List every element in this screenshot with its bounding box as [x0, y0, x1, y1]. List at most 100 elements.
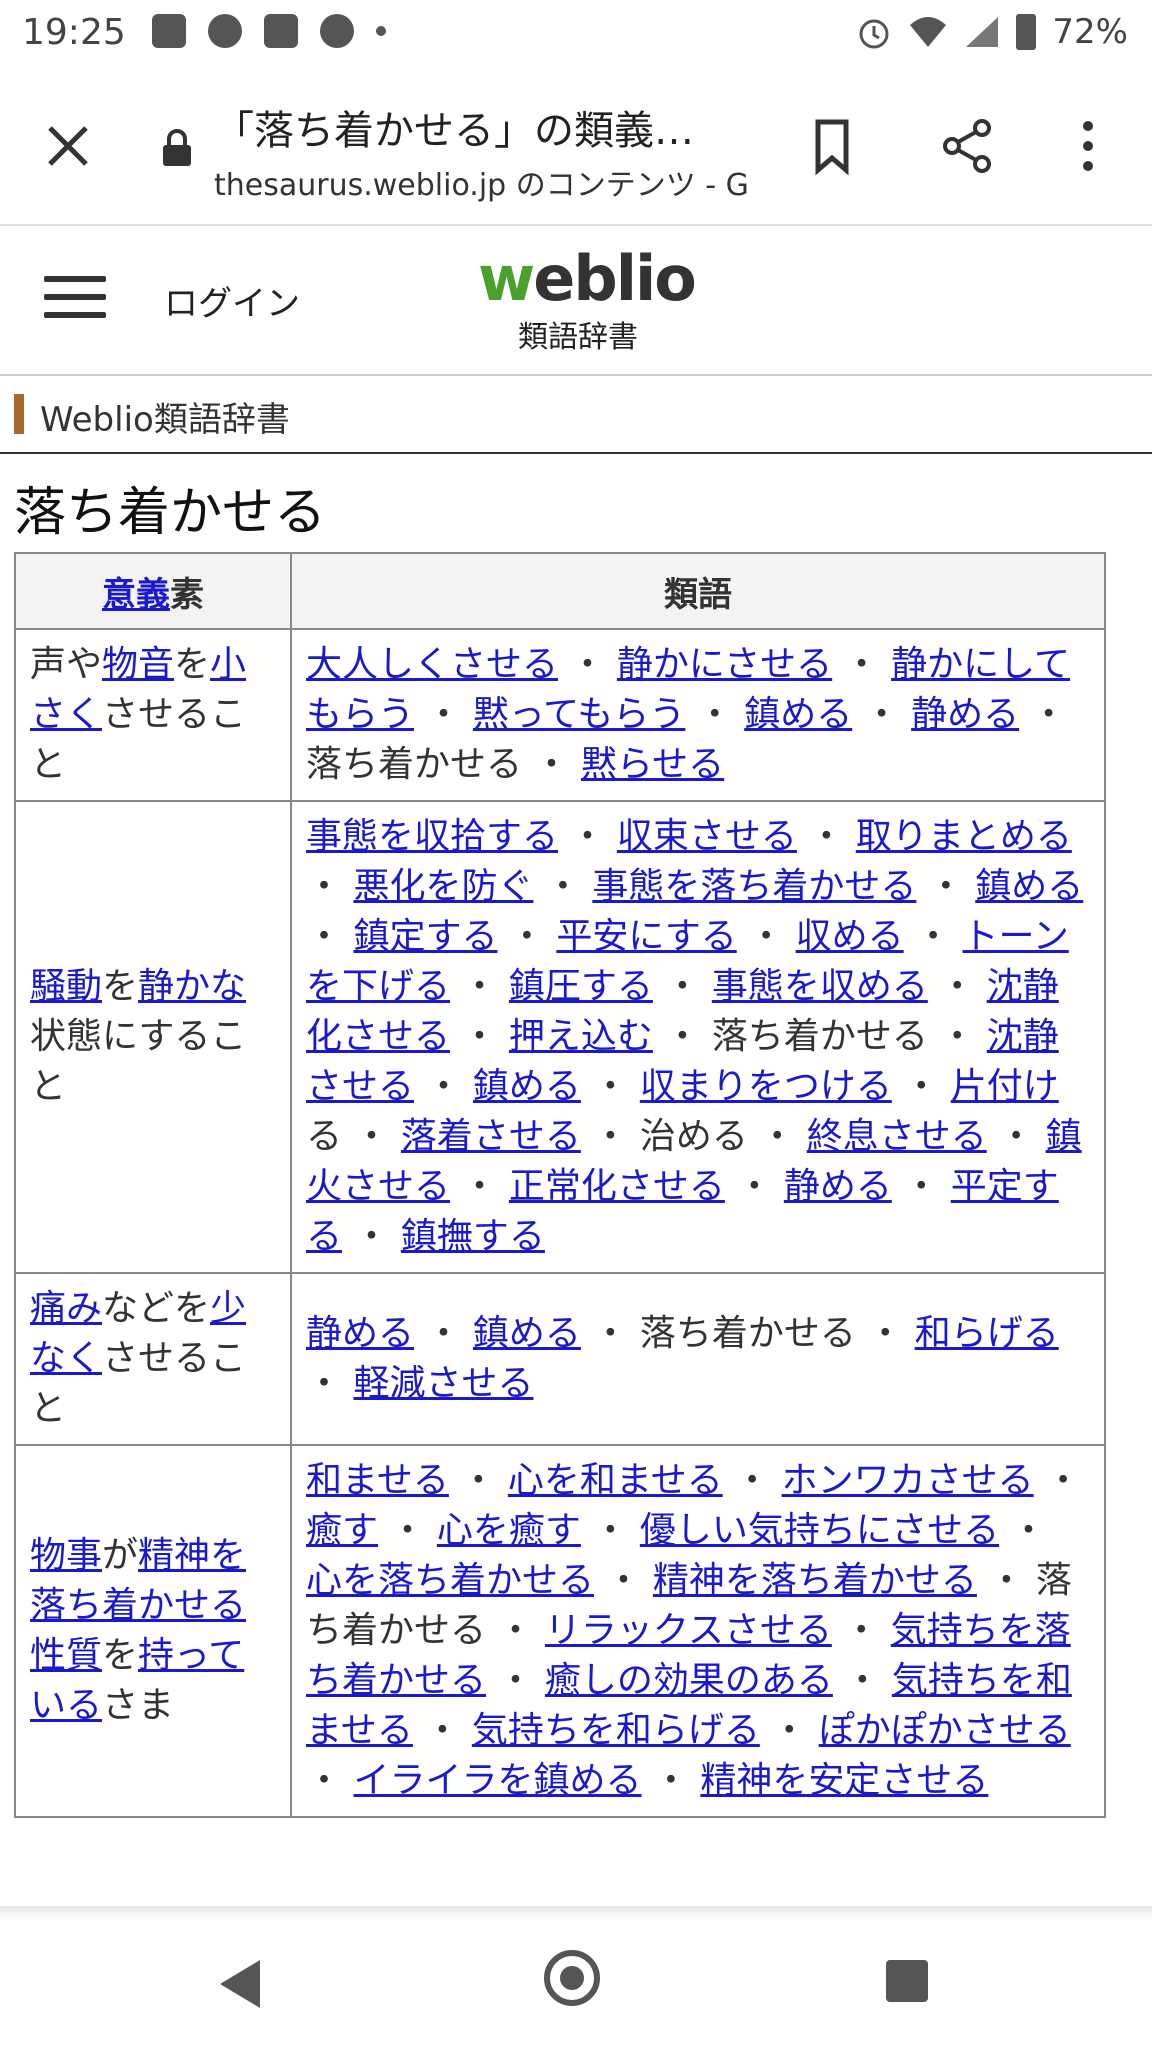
synonym-link[interactable]: 鎮圧する	[509, 966, 653, 1007]
meaning-link[interactable]: 騒動	[30, 966, 102, 1007]
share-icon[interactable]	[936, 114, 1000, 178]
separator: ・	[927, 1016, 987, 1057]
synonym-suffix: る	[306, 1116, 343, 1157]
synonym-link[interactable]: 片付け	[951, 1066, 1059, 1107]
back-icon[interactable]	[220, 1960, 260, 2008]
home-icon[interactable]	[544, 1950, 600, 2006]
meaning-link[interactable]: 物事	[30, 1535, 102, 1576]
synonym-link[interactable]: 黙ってもらう	[473, 694, 685, 735]
bottom-shadow	[0, 1906, 1152, 1920]
separator: ・	[641, 1760, 701, 1801]
synonym-link[interactable]: 収束させる	[617, 816, 797, 857]
synonym-link[interactable]: 心を和ませる	[508, 1460, 723, 1501]
notification-icons	[152, 14, 386, 48]
synonym-link[interactable]: 和らげる	[915, 1313, 1059, 1354]
separator: ・	[306, 866, 354, 907]
more-vert-icon[interactable]	[1056, 114, 1120, 178]
synonym-link[interactable]: 心を癒す	[437, 1510, 581, 1551]
image-icon	[152, 14, 186, 48]
synonym-link[interactable]: イライラを鎮める	[353, 1760, 641, 1801]
synonym-link[interactable]: 収める	[796, 916, 904, 957]
header-synonyms: 類語	[290, 552, 1106, 630]
synonym-link[interactable]: 静める	[911, 694, 1019, 735]
separator: ・	[497, 916, 557, 957]
meaning-link[interactable]: 静かな	[138, 966, 246, 1007]
close-icon[interactable]	[40, 118, 96, 174]
separator: ・	[831, 1610, 891, 1651]
synonym-link[interactable]: 押え込む	[509, 1016, 653, 1057]
site-header: ログイン weblio 類語辞書	[0, 226, 1152, 376]
synonyms-cell: 和ませる ・ 心を和ませる ・ ホンワカさせる ・ 癒す ・ 心を癒す ・ 優し…	[290, 1444, 1106, 1818]
separator: ・	[558, 644, 617, 685]
separator: ・	[916, 866, 976, 907]
separator: ・	[1033, 1460, 1082, 1501]
synonym-link[interactable]: 鎮める	[473, 1066, 581, 1107]
synonym-link[interactable]: 鎮撫する	[401, 1216, 545, 1257]
synonym-link[interactable]: 癒しの効果のある	[545, 1660, 833, 1701]
table-row: 痛みなどを少なくさせること 静める ・ 鎮める ・ 落ち着かせる ・ 和らげる ・…	[14, 1272, 1106, 1446]
browser-toolbar: 「落ち着かせる」の類義… thesaurus.weblio.jp のコンテンツ …	[0, 68, 1152, 226]
synonym-link[interactable]: ぽかぽかさせる	[819, 1710, 1071, 1751]
meaning-text: などを	[102, 1288, 211, 1329]
synonyms-cell: 事態を収拾する ・ 収束させる ・ 取りまとめる ・ 悪化を防ぐ ・ 事態を落ち…	[290, 800, 1106, 1274]
page-url: thesaurus.weblio.jp のコンテンツ - G	[214, 168, 749, 203]
synonym-link[interactable]: 鎮める	[744, 694, 852, 735]
synonym-link[interactable]: ホンワカさせる	[782, 1460, 1034, 1501]
separator: ・	[533, 866, 593, 907]
menu-icon[interactable]	[44, 276, 106, 322]
header-meaning-link[interactable]: 意義	[102, 575, 170, 615]
synonym-link[interactable]: 鎮める	[975, 866, 1083, 907]
synonym-link[interactable]: 事態を落ち着かせる	[592, 866, 916, 907]
separator: ・	[927, 966, 987, 1007]
login-link[interactable]: ログイン	[164, 276, 300, 325]
meaning-link[interactable]: 物音	[102, 644, 174, 685]
synonym-link[interactable]: 落着させる	[401, 1116, 581, 1157]
synonym-link[interactable]: 取りまとめる	[856, 816, 1072, 857]
table-header-row: 意義素 類語	[14, 552, 1106, 630]
synonym-link[interactable]: リラックスさせる	[545, 1610, 832, 1651]
synonym-link[interactable]: 軽減させる	[353, 1363, 533, 1404]
separator: ・	[306, 916, 354, 957]
url-area[interactable]: 「落ち着かせる」の類義… thesaurus.weblio.jp のコンテンツ …	[214, 98, 754, 204]
synonym-link[interactable]: 鎮定する	[353, 916, 497, 957]
breadcrumb-text[interactable]: Weblio類語辞書	[40, 392, 290, 441]
synonym-link[interactable]: 静かにさせる	[617, 644, 832, 685]
synonym-link[interactable]: 和ませる	[306, 1460, 449, 1501]
synonym-link[interactable]: 平安にする	[556, 916, 736, 957]
separator: ・	[342, 1216, 401, 1257]
synonym-link[interactable]: 心を落ち着かせる	[306, 1560, 594, 1601]
separator: ・	[414, 1313, 473, 1354]
synonym-link[interactable]: 正常化させる	[509, 1166, 725, 1207]
separator: ・	[448, 1460, 508, 1501]
separator: ・	[450, 966, 509, 1007]
synonym-link[interactable]: 事態を収める	[712, 966, 928, 1007]
breadcrumb: Weblio類語辞書	[0, 376, 1152, 454]
synonym-text: 落ち着かせる	[306, 744, 523, 785]
synonym-link[interactable]: 気持ちを和らげる	[472, 1710, 760, 1751]
synonym-link[interactable]: 黙らせる	[581, 744, 724, 785]
synonym-link[interactable]: 悪化を防ぐ	[353, 866, 533, 907]
synonym-link[interactable]: 収まりをつける	[640, 1066, 892, 1107]
signal-icon	[966, 17, 999, 47]
synonym-link[interactable]: 静める	[784, 1166, 892, 1207]
synonym-link[interactable]: 鎮める	[473, 1313, 581, 1354]
separator: ・	[891, 1166, 951, 1207]
meaning-link[interactable]: 痛み	[30, 1288, 102, 1329]
separator: ・	[580, 1066, 640, 1107]
bookmark-icon[interactable]	[800, 114, 864, 178]
meaning-link[interactable]: 性質	[30, 1635, 102, 1676]
synonym-link[interactable]: 優しい気持ちにさせる	[640, 1510, 999, 1551]
synonym-link[interactable]: 終息させる	[807, 1116, 987, 1157]
synonym-link[interactable]: 癒す	[306, 1510, 378, 1551]
synonym-link[interactable]: 静める	[306, 1313, 414, 1354]
synonym-link[interactable]: 事態を収拾する	[306, 816, 558, 857]
synonym-link[interactable]: 精神を安定させる	[700, 1760, 988, 1801]
separator: ・	[986, 1116, 1046, 1157]
recent-apps-icon[interactable]	[886, 1960, 928, 2002]
synonym-link[interactable]: 大人しくさせる	[306, 644, 558, 685]
separator: ・	[722, 1460, 782, 1501]
separator: ・	[414, 694, 473, 735]
weblio-logo[interactable]: weblio 類語辞書	[478, 248, 697, 356]
synonym-link[interactable]: 精神を落ち着かせる	[653, 1560, 977, 1601]
separator: ・	[685, 694, 745, 735]
